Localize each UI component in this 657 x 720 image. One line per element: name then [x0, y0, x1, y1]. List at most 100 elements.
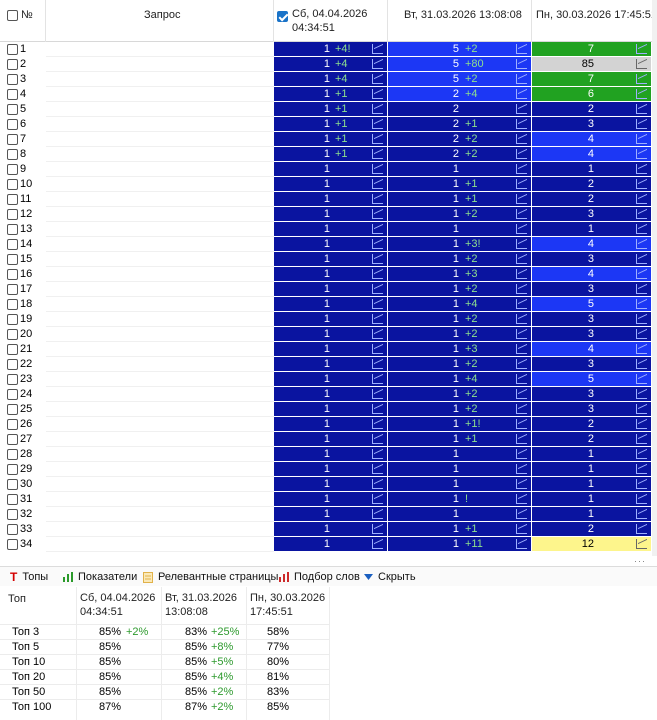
position-cell-date2[interactable]: 1! [388, 492, 532, 507]
query-cell[interactable] [46, 87, 274, 102]
select-all-checkbox[interactable] [7, 10, 18, 21]
chart-line-icon[interactable] [636, 194, 647, 204]
position-cell-date3[interactable]: 4 [532, 267, 652, 282]
position-cell-date2[interactable]: 1 +2 [388, 402, 532, 417]
query-cell[interactable] [46, 402, 274, 417]
query-cell[interactable] [46, 432, 274, 447]
chart-line-icon[interactable] [372, 299, 383, 309]
chart-line-icon[interactable] [372, 419, 383, 429]
chart-line-icon[interactable] [372, 374, 383, 384]
chart-line-icon[interactable] [372, 539, 383, 549]
query-cell[interactable] [46, 192, 274, 207]
chart-line-icon[interactable] [636, 539, 647, 549]
row-checkbox[interactable] [7, 314, 18, 325]
position-cell-date2[interactable]: 1 +3 [388, 267, 532, 282]
position-cell-date1[interactable]: 1 [274, 297, 388, 312]
chart-line-icon[interactable] [372, 284, 383, 294]
query-cell[interactable] [46, 252, 274, 267]
chart-line-icon[interactable] [372, 524, 383, 534]
position-cell-date2[interactable]: 1 +1 [388, 192, 532, 207]
chart-line-icon[interactable] [516, 104, 527, 114]
query-cell[interactable] [46, 42, 274, 57]
table-row[interactable]: 9 1 1 1 [0, 162, 657, 177]
position-cell-date2[interactable]: 1 +3 [388, 342, 532, 357]
query-cell[interactable] [46, 117, 274, 132]
position-cell-date1[interactable]: 1 [274, 237, 388, 252]
position-cell-date3[interactable]: 1 [532, 492, 652, 507]
position-cell-date1[interactable]: 1 [274, 522, 388, 537]
position-cell-date1[interactable]: 1 +1 [274, 147, 388, 162]
table-row[interactable]: 22 1 1 +2 3 [0, 357, 657, 372]
chart-line-icon[interactable] [636, 179, 647, 189]
chart-line-icon[interactable] [636, 239, 647, 249]
chart-line-icon[interactable] [516, 389, 527, 399]
chart-line-icon[interactable] [636, 149, 647, 159]
chart-line-icon[interactable] [372, 89, 383, 99]
row-checkbox[interactable] [7, 209, 18, 220]
position-cell-date2[interactable]: 1 +3! [388, 237, 532, 252]
position-cell-date1[interactable]: 1 [274, 357, 388, 372]
chart-line-icon[interactable] [636, 374, 647, 384]
query-cell[interactable] [46, 72, 274, 87]
query-cell[interactable] [46, 477, 274, 492]
position-cell-date1[interactable]: 1 +1 [274, 117, 388, 132]
position-cell-date2[interactable]: 1 [388, 162, 532, 177]
chart-line-icon[interactable] [516, 119, 527, 129]
position-cell-date2[interactable]: 1 +4 [388, 297, 532, 312]
chart-line-icon[interactable] [516, 509, 527, 519]
position-cell-date3[interactable]: 2 [532, 417, 652, 432]
chart-line-icon[interactable] [372, 134, 383, 144]
table-row[interactable]: 20 1 1 +2 3 [0, 327, 657, 342]
row-checkbox[interactable] [7, 299, 18, 310]
chart-line-icon[interactable] [372, 449, 383, 459]
header-date2-column[interactable]: Вт, 31.03.2026 13:08:08 [388, 0, 532, 42]
query-cell[interactable] [46, 327, 274, 342]
position-cell-date2[interactable]: 2 +4 [388, 87, 532, 102]
query-cell[interactable] [46, 537, 274, 552]
table-row[interactable]: 27 1 1 +1 2 [0, 432, 657, 447]
position-cell-date3[interactable]: 1 [532, 507, 652, 522]
query-cell[interactable] [46, 507, 274, 522]
position-cell-date2[interactable]: 1 [388, 462, 532, 477]
position-cell-date2[interactable]: 1 +2 [388, 357, 532, 372]
chart-line-icon[interactable] [516, 344, 527, 354]
position-cell-date3[interactable]: 3 [532, 327, 652, 342]
chart-line-icon[interactable] [636, 479, 647, 489]
table-row[interactable]: 7 1 +1 2 +2 4 [0, 132, 657, 147]
chart-line-icon[interactable] [372, 194, 383, 204]
position-cell-date1[interactable]: 1 [274, 282, 388, 297]
chart-line-icon[interactable] [636, 389, 647, 399]
position-cell-date2[interactable]: 2 [388, 102, 532, 117]
chart-line-icon[interactable] [372, 389, 383, 399]
position-cell-date2[interactable]: 1 +4 [388, 372, 532, 387]
row-checkbox[interactable] [7, 134, 18, 145]
chart-line-icon[interactable] [516, 299, 527, 309]
position-cell-date1[interactable]: 1 [274, 402, 388, 417]
query-cell[interactable] [46, 132, 274, 147]
position-cell-date1[interactable]: 1 [274, 312, 388, 327]
row-checkbox[interactable] [7, 479, 18, 490]
position-cell-date1[interactable]: 1 +1 [274, 87, 388, 102]
position-cell-date3[interactable]: 2 [532, 177, 652, 192]
row-checkbox[interactable] [7, 404, 18, 415]
chart-line-icon[interactable] [636, 329, 647, 339]
chart-line-icon[interactable] [372, 179, 383, 189]
chart-line-icon[interactable] [636, 269, 647, 279]
table-row[interactable]: 19 1 1 +2 3 [0, 312, 657, 327]
position-cell-date2[interactable]: 1 +1! [388, 417, 532, 432]
chart-line-icon[interactable] [372, 479, 383, 489]
query-cell[interactable] [46, 357, 274, 372]
chart-line-icon[interactable] [516, 524, 527, 534]
position-cell-date3[interactable]: 6 [532, 87, 652, 102]
splitter-grip[interactable]: ··· [634, 556, 646, 566]
chart-line-icon[interactable] [516, 374, 527, 384]
table-row[interactable]: 17 1 1 +2 3 [0, 282, 657, 297]
row-checkbox[interactable] [7, 254, 18, 265]
chart-line-icon[interactable] [372, 104, 383, 114]
row-checkbox[interactable] [7, 524, 18, 535]
chart-line-icon[interactable] [372, 269, 383, 279]
position-cell-date2[interactable]: 1 +2 [388, 387, 532, 402]
row-checkbox[interactable] [7, 374, 18, 385]
position-cell-date3[interactable]: 7 [532, 72, 652, 87]
chart-line-icon[interactable] [636, 299, 647, 309]
